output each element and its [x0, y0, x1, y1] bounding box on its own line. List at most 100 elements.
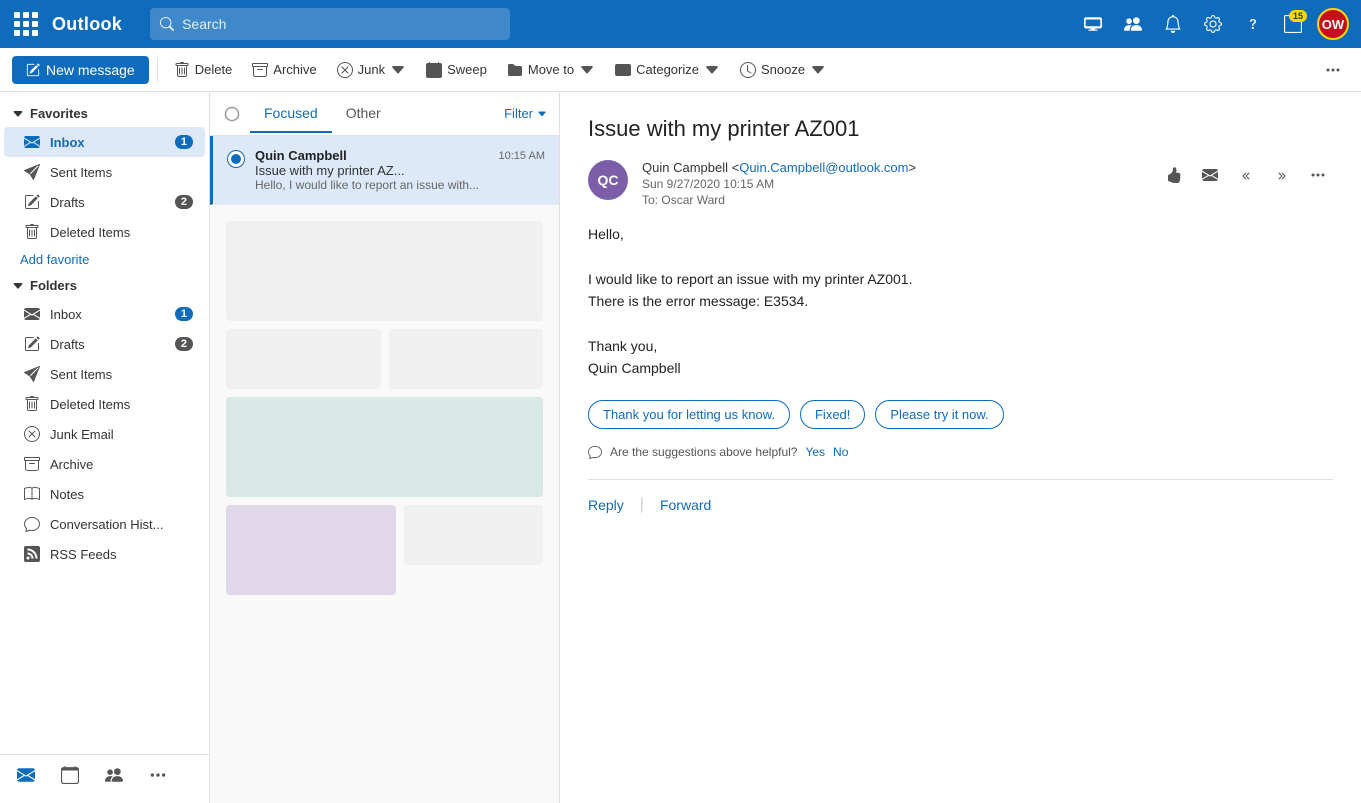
junk-button[interactable]: Junk [329, 57, 414, 83]
help-icon[interactable] [1237, 8, 1269, 40]
new-message-button[interactable]: New message [12, 56, 149, 84]
inbox-folder-count: 1 [175, 307, 193, 321]
reply-all-button[interactable] [1231, 160, 1261, 190]
monitor-icon[interactable] [1077, 8, 1109, 40]
body-line-2: I would like to report an issue with my … [588, 268, 1333, 313]
sidebar-item-sent-folder[interactable]: Sent Items [4, 359, 205, 389]
sent-fav-label: Sent Items [50, 165, 112, 180]
forward-button[interactable]: Forward [660, 497, 711, 513]
focused-tab[interactable]: Focused [250, 95, 332, 133]
sidebar-item-convhist-folder[interactable]: Conversation Hist... [4, 509, 205, 539]
email-content: Quin Campbell Issue with my printer AZ..… [255, 148, 489, 192]
sent-folder-label: Sent Items [50, 367, 112, 382]
drafts-fav-label: Drafts [50, 195, 85, 210]
like-button[interactable] [1159, 160, 1189, 190]
rss-folder-label: RSS Feeds [50, 547, 116, 562]
deleted-folder-label: Deleted Items [50, 397, 130, 412]
sender-email-link[interactable]: Quin.Campbell@outlook.com [739, 160, 908, 175]
app-title: Outlook [52, 14, 122, 35]
reply-separator: | [640, 496, 644, 514]
drafts-folder-label: Drafts [50, 337, 85, 352]
add-favorite-link[interactable]: Add favorite [0, 247, 209, 272]
mail-bottom-icon[interactable] [12, 761, 40, 789]
settings-icon[interactable] [1197, 8, 1229, 40]
delete-button[interactable]: Delete [166, 57, 241, 83]
app-grid-icon[interactable] [12, 10, 40, 38]
email-detail-panel: Issue with my printer AZ001 QC Quin Camp… [560, 92, 1361, 803]
reply-button[interactable]: Reply [588, 497, 624, 513]
email-meta: Quin Campbell <Quin.Campbell@outlook.com… [642, 160, 1145, 207]
sidebar-item-deleted-fav[interactable]: Deleted Items [4, 217, 205, 247]
email-placeholder-2 [226, 329, 381, 389]
suggestions-no[interactable]: No [833, 445, 848, 459]
sidebar-item-drafts-fav[interactable]: Drafts 2 [4, 187, 205, 217]
body-line-1: Hello, [588, 223, 1333, 245]
calendar-bottom-icon[interactable] [56, 761, 84, 789]
suggestions-yes[interactable]: Yes [805, 445, 825, 459]
email-list-tabs: Focused Other Filter [210, 92, 559, 136]
email-detail-header: QC Quin Campbell <Quin.Campbell@outlook.… [588, 160, 1333, 207]
more-toolbar-button[interactable] [1317, 57, 1349, 83]
forward-header-button[interactable] [1267, 160, 1297, 190]
notes-folder-label: Notes [50, 487, 84, 502]
email-placeholder-green [226, 397, 543, 497]
archive-button[interactable]: Archive [244, 57, 324, 83]
inbox-folder-label: Inbox [50, 307, 82, 322]
email-placeholder-3 [389, 329, 544, 389]
more-bottom-icon[interactable] [144, 761, 172, 789]
filter-button[interactable]: Filter [504, 106, 547, 121]
email-body: Hello, I would like to report an issue w… [588, 223, 1333, 380]
suggestion-3[interactable]: Please try it now. [875, 400, 1003, 429]
sidebar-item-deleted-folder[interactable]: Deleted Items [4, 389, 205, 419]
sidebar-item-junk-folder[interactable]: Junk Email [4, 419, 205, 449]
email-preview: Hello, I would like to report an issue w… [255, 178, 489, 192]
other-tab[interactable]: Other [332, 95, 395, 133]
sweep-button[interactable]: Sweep [418, 57, 495, 83]
moveto-button[interactable]: Move to [499, 57, 603, 83]
more-email-button[interactable] [1303, 160, 1333, 190]
suggestion-2[interactable]: Fixed! [800, 400, 865, 429]
suggestion-1[interactable]: Thank you for letting us know. [588, 400, 790, 429]
email-suggestions: Thank you for letting us know. Fixed! Pl… [588, 400, 1333, 429]
email-items-list: Quin Campbell Issue with my printer AZ..… [210, 136, 559, 803]
people-icon[interactable] [1117, 8, 1149, 40]
reply-bar: Reply | Forward [588, 479, 1333, 514]
email-sender: Quin Campbell [255, 148, 489, 163]
email-to: To: Oscar Ward [642, 193, 1145, 207]
email-actions [1159, 160, 1333, 190]
body-line-3: Thank you,Quin Campbell [588, 335, 1333, 380]
inbox-fav-label: Inbox [50, 135, 85, 150]
contacts-bottom-icon[interactable] [100, 761, 128, 789]
sidebar-item-inbox-folder[interactable]: Inbox 1 [4, 299, 205, 329]
email-item-quin[interactable]: Quin Campbell Issue with my printer AZ..… [210, 136, 559, 205]
search-input[interactable] [182, 16, 500, 32]
reply-header-button[interactable] [1195, 160, 1225, 190]
folders-label: Folders [30, 278, 77, 293]
select-all-check[interactable] [222, 104, 242, 124]
sidebar-item-archive-folder[interactable]: Archive [4, 449, 205, 479]
favorites-section[interactable]: Favorites [0, 100, 209, 127]
sidebar-item-drafts-folder[interactable]: Drafts 2 [4, 329, 205, 359]
search-bar[interactable] [150, 8, 510, 40]
notification-icon[interactable]: 15 [1277, 8, 1309, 40]
sidebar-item-inbox-fav[interactable]: Inbox 1 [4, 127, 205, 157]
sidebar-item-rss-folder[interactable]: RSS Feeds [4, 539, 205, 569]
snooze-button[interactable]: Snooze [732, 57, 834, 83]
email-time: 10:15 AM [499, 150, 545, 162]
deleted-fav-label: Deleted Items [50, 225, 130, 240]
sidebar-item-sent-fav[interactable]: Sent Items [4, 157, 205, 187]
avatar[interactable]: OW [1317, 8, 1349, 40]
toolbar: New message Delete Archive Junk Sweep Mo… [0, 48, 1361, 92]
email-placeholder-area [210, 205, 559, 607]
email-placeholder-4 [404, 505, 543, 565]
archive-folder-label: Archive [50, 457, 93, 472]
email-radio[interactable] [227, 150, 245, 168]
categorize-button[interactable]: Categorize [607, 57, 728, 83]
sidebar-item-notes-folder[interactable]: Notes [4, 479, 205, 509]
folders-section[interactable]: Folders [0, 272, 209, 299]
sender-avatar: QC [588, 160, 628, 200]
bell-icon[interactable] [1157, 8, 1189, 40]
to-name: Oscar Ward [661, 193, 725, 207]
email-list-panel: Focused Other Filter Quin Campbell Issue… [210, 92, 560, 803]
sender-name: Quin Campbell [642, 160, 728, 175]
